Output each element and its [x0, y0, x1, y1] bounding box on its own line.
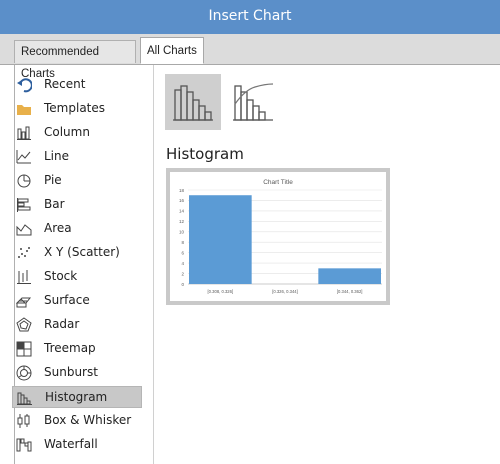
- histogram-chart-icon: [17, 392, 32, 405]
- histogram-bar: [318, 268, 381, 284]
- title-bar: Insert Chart: [0, 0, 500, 34]
- sidebar-item-label: Pie: [44, 173, 62, 187]
- sidebar-item-label: Templates: [44, 101, 106, 115]
- x-category-label: [0.308, 0.326]: [208, 289, 234, 294]
- sidebar-item-box-whisker[interactable]: Box & Whisker: [12, 410, 142, 432]
- waterfall-chart-icon: [16, 438, 32, 452]
- x-category-label: [0.326, 0.344]: [272, 289, 298, 294]
- sidebar-item-label: Recent: [44, 77, 86, 91]
- sidebar-item-label: Histogram: [45, 390, 108, 404]
- sidebar-item-bar[interactable]: Bar: [12, 194, 142, 216]
- sidebar-item-treemap[interactable]: Treemap: [12, 338, 142, 360]
- sidebar-item-histogram[interactable]: Histogram: [12, 386, 142, 408]
- y-tick-label: 10: [179, 230, 185, 235]
- chart-subtype-heading: Histogram: [166, 145, 244, 163]
- treemap-chart-icon: [16, 341, 32, 357]
- tab-recommended-charts[interactable]: Recommended Charts: [14, 40, 136, 80]
- sidebar-item-label: Area: [44, 221, 72, 235]
- pareto-variant-icon: [233, 83, 274, 121]
- sidebar-item-waterfall[interactable]: Waterfall: [12, 434, 142, 456]
- pie-chart-icon: [17, 174, 31, 188]
- sidebar-item-radar[interactable]: Radar: [12, 314, 142, 336]
- chart-preview[interactable]: Chart Title 0 2 4 6 8 10 12 14 16 18 [0.308, 0.32…: [166, 168, 390, 305]
- chart-title: Chart Title: [263, 179, 293, 186]
- scatter-chart-icon: [18, 247, 30, 258]
- sidebar-item-label: Column: [44, 125, 90, 139]
- sidebar-item-label: Box & Whisker: [44, 413, 132, 427]
- sidebar-item-recent[interactable]: Recent: [12, 74, 142, 96]
- sidebar-item-sunburst[interactable]: Sunburst: [12, 362, 142, 384]
- line-chart-icon: [16, 150, 31, 164]
- stock-chart-icon: [17, 270, 31, 284]
- sidebar-item-x-y-scatter[interactable]: X Y (Scatter): [12, 242, 142, 264]
- sidebar-item-label: Surface: [44, 293, 90, 307]
- y-tick-label: 12: [179, 219, 185, 224]
- sidebar-item-pie[interactable]: Pie: [12, 170, 142, 192]
- area-chart-icon: [16, 224, 32, 236]
- column-chart-icon: [17, 126, 31, 140]
- sidebar-item-label: Treemap: [44, 341, 96, 355]
- sidebar-item-label: Stock: [44, 269, 78, 283]
- sidebar-item-label: Waterfall: [44, 437, 98, 451]
- sidebar-item-label: Bar: [44, 197, 65, 211]
- box-whisker-chart-icon: [17, 414, 30, 428]
- sidebar-item-line[interactable]: Line: [12, 146, 142, 168]
- histogram-bar: [189, 195, 252, 284]
- histogram-variant-icon: [173, 85, 213, 121]
- undo-arrow-icon: [17, 78, 32, 93]
- sidebar-item-templates[interactable]: Templates: [12, 98, 142, 120]
- sidebar-item-surface[interactable]: Surface: [12, 290, 142, 312]
- pareto-variant-button[interactable]: [225, 74, 281, 130]
- y-tick-label: 18: [179, 188, 185, 193]
- surface-chart-icon: [16, 297, 32, 308]
- sidebar-item-column[interactable]: Column: [12, 122, 142, 144]
- sunburst-chart-icon: [16, 365, 32, 381]
- window-title: Insert Chart: [208, 8, 292, 24]
- radar-chart-icon: [16, 317, 32, 332]
- sidebar-item-area[interactable]: Area: [12, 218, 142, 240]
- sidebar-item-stock[interactable]: Stock: [12, 266, 142, 288]
- tab-strip: Recommended Charts All Charts: [0, 34, 500, 80]
- bar-chart-icon: [17, 198, 31, 212]
- y-tick-label: 16: [179, 198, 185, 203]
- x-category-label: [0.344, 0.362]: [337, 289, 363, 294]
- sidebar-item-label: X Y (Scatter): [44, 245, 120, 259]
- sidebar-item-label: Line: [44, 149, 70, 163]
- histogram-variant-button[interactable]: [165, 74, 221, 130]
- folder-icon: [17, 105, 31, 115]
- y-tick-label: 14: [179, 209, 185, 214]
- sidebar-item-label: Radar: [44, 317, 80, 331]
- tab-all-charts[interactable]: All Charts: [140, 37, 204, 64]
- sidebar-item-label: Sunburst: [44, 365, 98, 379]
- histogram-preview-chart: Chart Title 024681012141618 [0.308, 0.32…: [170, 172, 386, 301]
